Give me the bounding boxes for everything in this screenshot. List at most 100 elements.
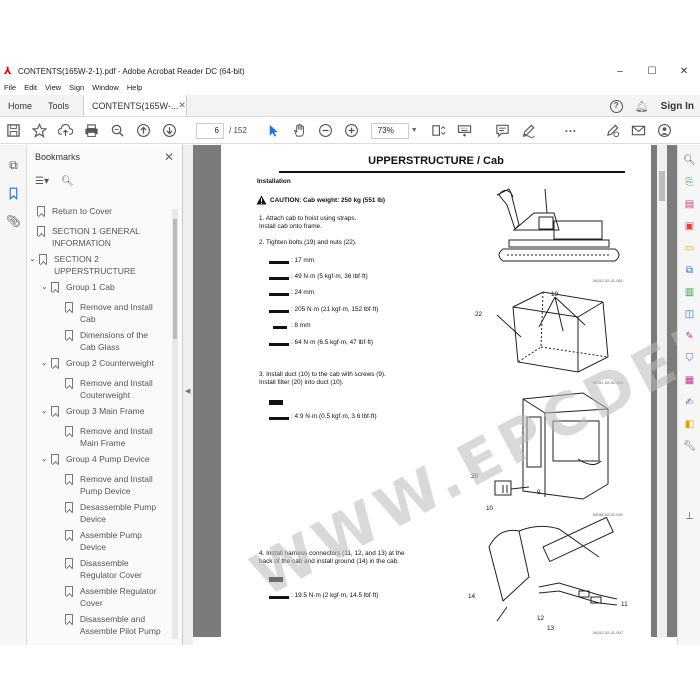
search-tool-icon[interactable]: 🔍︎	[678, 149, 700, 171]
email-icon[interactable]	[626, 118, 652, 144]
callout-11: 11	[621, 601, 628, 608]
save-icon[interactable]	[0, 118, 26, 144]
bookmark-item[interactable]: Assemble Regulator Cover	[65, 585, 170, 609]
page-thumbnails-icon[interactable]: ⧉	[0, 151, 27, 179]
bookmarks-scrollbar[interactable]	[172, 209, 178, 639]
menu-view[interactable]: View	[45, 83, 61, 92]
bookmark-options-icon[interactable]: ☰▾	[35, 176, 49, 187]
zoom-dropdown-chevron-icon[interactable]: ▼	[411, 127, 418, 134]
zoom-in-icon[interactable]	[339, 118, 365, 144]
tab-document-label: CONTENTS(165W-...	[92, 100, 179, 111]
tab-close-icon[interactable]: ✕	[178, 100, 186, 111]
wrench-icon	[269, 293, 289, 296]
bookmark-item[interactable]: Remove and Install Pump Device	[65, 473, 170, 497]
edit-pdf-icon[interactable]: ▣	[678, 215, 700, 237]
print-icon[interactable]	[78, 118, 104, 144]
more-tools-icon[interactable]: ···	[558, 118, 584, 144]
page-display-icon[interactable]	[426, 118, 452, 144]
collapse-chevron-icon[interactable]: ⌄	[41, 357, 51, 369]
comment-icon[interactable]	[490, 118, 516, 144]
bookmark-item[interactable]: ⌄ Group 4 Pump Device	[41, 453, 171, 465]
upload-cloud-icon[interactable]	[52, 118, 78, 144]
comment-tool-icon[interactable]: ▭	[678, 237, 700, 259]
export-pdf-icon[interactable]: ⎘	[678, 171, 700, 193]
send-for-signature-icon[interactable]: ✍	[678, 391, 700, 413]
bookmark-item[interactable]: Disassemble Regulator Cover	[65, 557, 170, 581]
tab-document[interactable]: CONTENTS(165W-... ✕	[83, 95, 188, 116]
bookmark-item[interactable]: Remove and Install Main Frame	[65, 425, 170, 449]
bookmark-item[interactable]: ⌄ Group 1 Cab	[41, 281, 171, 293]
draw-pen-icon[interactable]	[516, 118, 542, 144]
menu-help[interactable]: Help	[127, 83, 142, 92]
attachments-paperclip-icon[interactable]: 📎︎	[0, 207, 27, 235]
send-track-icon[interactable]: ◧	[678, 413, 700, 435]
find-bookmark-icon[interactable]: 🔍︎	[61, 176, 74, 187]
more-tools-wrench-icon[interactable]: 🔧︎	[678, 435, 700, 457]
zoom-search-icon[interactable]	[104, 118, 130, 144]
bookmark-item[interactable]: Disassemble and Assemble Pilot Pump	[65, 613, 170, 637]
bookmark-item[interactable]: ⌄ Group 2 Counterweight	[41, 357, 171, 369]
fill-sign-icon[interactable]: ✎	[678, 325, 700, 347]
bookmark-item[interactable]: SECTION 1 GENERAL INFORMATION	[37, 225, 167, 249]
sign-in-button[interactable]: Sign In	[661, 101, 694, 112]
minimize-button[interactable]: –	[604, 62, 636, 81]
bookmarks-panel-icon[interactable]	[0, 179, 27, 207]
help-icon[interactable]: ?	[609, 99, 623, 113]
scrollbar-thumb[interactable]	[659, 171, 665, 201]
combine-files-icon[interactable]: ⧉	[678, 259, 700, 281]
collapse-chevron-icon[interactable]: ⌄	[29, 253, 39, 265]
pin-tools-icon[interactable]: ⊥	[678, 505, 700, 527]
notification-bell-icon[interactable]: 🔔︎	[635, 100, 649, 113]
bookmark-icon	[51, 358, 59, 368]
page-title: UPPERSTRUCTURE / Cab	[368, 155, 504, 167]
scan-ocr-icon[interactable]: ◫	[678, 303, 700, 325]
share-user-icon[interactable]	[652, 118, 678, 144]
step-3-line-2: Install filter (20) into duct (10).	[259, 379, 344, 386]
harness-connector-illustration	[488, 517, 618, 622]
tab-tools[interactable]: Tools	[40, 95, 77, 116]
menu-file[interactable]: File	[4, 83, 16, 92]
create-pdf-icon[interactable]: ▤	[678, 193, 700, 215]
bookmark-item[interactable]: ⌄ Group 3 Main Frame	[41, 405, 171, 417]
section-heading: Installation	[257, 178, 291, 185]
hand-tool-icon[interactable]	[287, 118, 313, 144]
wrench-icon	[269, 261, 289, 264]
torque-spec: : 49 N·m (5 kgf·m, 36 lbf·ft)	[291, 273, 368, 280]
zoom-out-icon[interactable]	[313, 118, 339, 144]
tab-home[interactable]: Home	[0, 95, 40, 116]
edit-pdf-pen-icon[interactable]	[600, 118, 626, 144]
menu-edit[interactable]: Edit	[24, 83, 37, 92]
bookmark-item[interactable]: Assemble Pump Device	[65, 529, 170, 553]
maximize-button[interactable]: ☐	[636, 62, 668, 81]
bookmark-item[interactable]: ⌄ SECTION 2 UPPERSTRUCTURE	[29, 253, 169, 277]
pdf-page: UPPERSTRUCTURE / Cab Installation CAUTIO…	[221, 145, 651, 637]
collapse-panel-arrow-icon[interactable]: ◀	[185, 387, 190, 395]
bookmark-item[interactable]: Remove and Install Cab	[65, 301, 170, 325]
collapse-chevron-icon[interactable]: ⌄	[41, 453, 51, 465]
organize-pages-icon[interactable]: ▥	[678, 281, 700, 303]
keyboard-icon[interactable]	[452, 118, 478, 144]
bookmark-item[interactable]: Desassemble Pump Device	[65, 501, 170, 525]
previous-page-icon[interactable]	[130, 118, 156, 144]
menu-sign[interactable]: Sign	[69, 83, 84, 92]
collapse-chevron-icon[interactable]: ⌄	[41, 281, 51, 293]
acrobat-pdf-icon: ⅄	[4, 66, 12, 77]
star-icon[interactable]	[26, 118, 52, 144]
bookmark-item[interactable]: Return to Cover	[37, 205, 167, 217]
bookmark-item[interactable]: Remove and Install Couterweight	[65, 377, 170, 401]
protect-shield-icon[interactable]: ⛉	[678, 347, 700, 369]
collapse-chevron-icon[interactable]: ⌄	[41, 405, 51, 417]
panel-splitter[interactable]: ◀	[183, 145, 193, 645]
zoom-level-field[interactable]: 73%	[370, 122, 409, 139]
bookmark-item[interactable]: Dimensions of the Cab Glass	[65, 329, 170, 353]
menu-window[interactable]: Window	[92, 83, 119, 92]
close-bookmarks-icon[interactable]: ✕	[164, 150, 174, 164]
bookmark-label: Remove and Install Main Frame	[80, 426, 153, 448]
page-number-input[interactable]: 6	[196, 122, 224, 139]
document-scrollbar[interactable]	[657, 145, 667, 637]
next-page-icon[interactable]	[156, 118, 182, 144]
scrollbar-thumb[interactable]	[173, 219, 177, 339]
select-cursor-icon[interactable]	[261, 118, 287, 144]
prepare-form-icon[interactable]: ▦	[678, 369, 700, 391]
close-window-button[interactable]: ✕	[668, 62, 700, 81]
